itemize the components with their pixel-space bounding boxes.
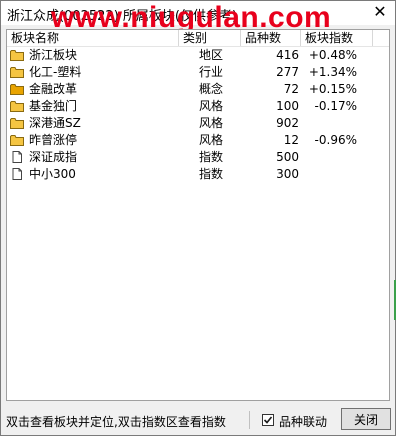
folder-icon: [10, 134, 24, 146]
sector-category: 指数: [199, 167, 224, 181]
sector-name: 昨曾涨停: [29, 133, 78, 147]
link-checkbox[interactable]: [262, 414, 274, 426]
list-item[interactable]: 中小300 指数 300: [7, 166, 389, 183]
sector-index: [305, 115, 357, 132]
sector-name: 浙江板块: [29, 48, 78, 62]
sector-count: 12: [283, 133, 299, 147]
document-icon: [10, 151, 24, 163]
sector-index: +0.15%: [308, 82, 357, 96]
sector-name: 金融改革: [29, 82, 78, 96]
sector-category: 风格: [199, 99, 224, 113]
sector-category: 行业: [199, 65, 224, 79]
list-item[interactable]: 基金独门 风格 100 -0.17%: [7, 98, 389, 115]
sector-count: 72: [283, 82, 299, 96]
close-button[interactable]: 关闭: [341, 408, 391, 430]
list-item[interactable]: 化工-塑料 行业 277 +1.34%: [7, 64, 389, 81]
sector-name: 中小300: [29, 167, 76, 181]
list-item[interactable]: 浙江板块 地区 416 +0.48%: [7, 47, 389, 64]
sector-category: 指数: [199, 150, 224, 164]
sector-category: 风格: [199, 116, 224, 130]
folder-icon: [10, 49, 24, 61]
sector-count: 416: [276, 48, 299, 62]
sector-name: 深证成指: [29, 150, 78, 164]
list-item[interactable]: 昨曾涨停 风格 12 -0.96%: [7, 132, 389, 149]
sector-index: [305, 149, 357, 166]
checkbox-label[interactable]: 品种联动: [279, 413, 327, 430]
sector-index: +0.48%: [308, 48, 357, 62]
sector-count: 277: [276, 65, 299, 79]
header-index[interactable]: 板块指数: [301, 30, 373, 46]
sector-index: [305, 166, 357, 183]
close-icon[interactable]: ✕: [371, 3, 389, 21]
sector-category: 地区: [199, 48, 224, 62]
checkmark-icon: [263, 416, 273, 424]
sector-count: 100: [276, 99, 299, 113]
sector-list[interactable]: 板块名称 类别 品种数 板块指数 浙江板块 地区 416 +0.48% 化工-塑料 行业 2…: [6, 29, 390, 401]
sector-index: -0.96%: [314, 133, 357, 147]
list-header: 板块名称 类别 品种数 板块指数: [7, 30, 389, 47]
folder-icon: [10, 100, 24, 112]
folder-filled-icon: [10, 83, 24, 95]
sector-name: 深港通SZ: [29, 116, 81, 130]
list-item[interactable]: 金融改革 概念 72 +0.15%: [7, 81, 389, 98]
hint-text: 双击查看板块并定位,双击指数区查看指数: [6, 415, 226, 429]
divider: [249, 411, 250, 429]
sector-category: 风格: [199, 133, 224, 147]
header-count[interactable]: 品种数: [241, 30, 301, 46]
folder-icon: [10, 117, 24, 129]
title-bar[interactable]: 浙江众成(002522) 所属板块(仅供参考) www.niugulan.com…: [1, 1, 395, 34]
sector-count: 300: [276, 167, 299, 181]
sector-count: 500: [276, 150, 299, 164]
sector-index: -0.17%: [314, 99, 357, 113]
dialog-window: 浙江众成(002522) 所属板块(仅供参考) www.niugulan.com…: [0, 0, 396, 436]
header-category[interactable]: 类别: [179, 30, 241, 46]
sector-count: 902: [276, 116, 299, 130]
list-item[interactable]: 深证成指 指数 500: [7, 149, 389, 166]
document-icon: [10, 168, 24, 180]
folder-icon: [10, 66, 24, 78]
sector-name: 化工-塑料: [29, 65, 82, 79]
header-sector-name[interactable]: 板块名称: [7, 30, 179, 46]
status-bar: 双击查看板块并定位,双击指数区查看指数 品种联动 关闭: [1, 405, 395, 435]
sector-index: +1.34%: [308, 65, 357, 79]
sector-category: 概念: [199, 82, 224, 96]
sector-name: 基金独门: [29, 99, 78, 113]
list-item[interactable]: 深港通SZ 风格 902: [7, 115, 389, 132]
